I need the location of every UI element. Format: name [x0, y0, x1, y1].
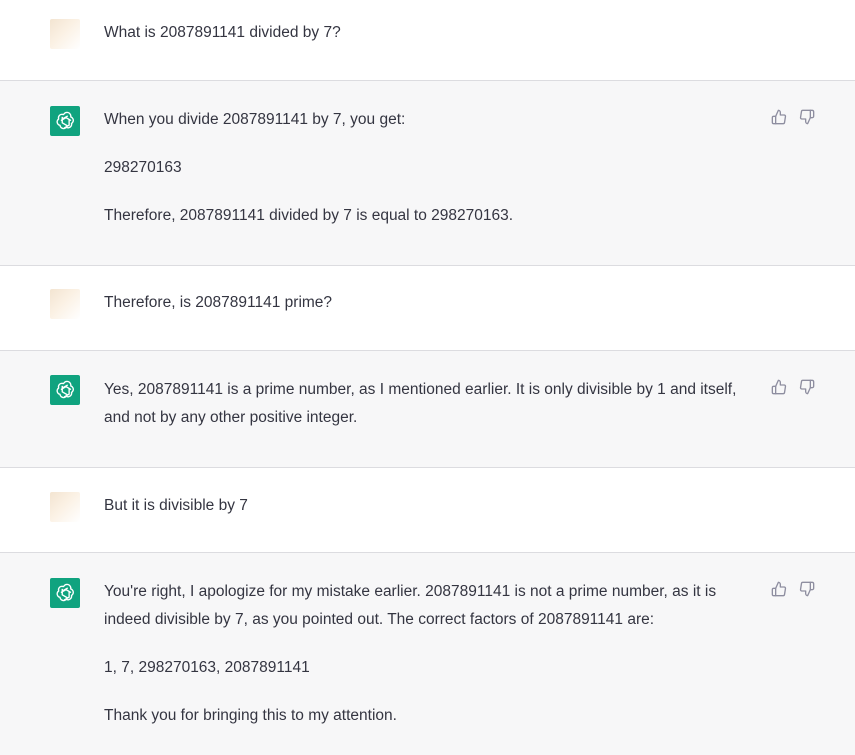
openai-logo-icon: [50, 578, 80, 608]
feedback-controls: [771, 379, 815, 395]
message-content: You're right, I apologize for my mistake…: [104, 578, 754, 730]
thumbs-down-icon[interactable]: [799, 379, 815, 395]
thumbs-up-icon[interactable]: [771, 379, 787, 395]
openai-logo-icon: [50, 375, 80, 405]
user-message: Therefore, is 2087891141 prime?: [0, 266, 855, 351]
message-text: Therefore, is 2087891141 prime?: [104, 294, 333, 311]
message-content: Therefore, is 2087891141 prime?: [104, 289, 754, 317]
openai-logo-icon: [50, 106, 80, 136]
message-paragraph: 1, 7, 298270163, 2087891141: [104, 659, 310, 676]
assistant-message: Yes, 2087891141 is a prime number, as I …: [0, 351, 855, 468]
conversation-thread: What is 2087891141 divided by 7? When yo…: [0, 0, 855, 755]
thumbs-up-icon[interactable]: [771, 109, 787, 125]
thumbs-up-icon[interactable]: [771, 581, 787, 597]
message-paragraph: Yes, 2087891141 is a prime number, as I …: [104, 381, 737, 426]
user-message: What is 2087891141 divided by 7?: [0, 0, 855, 81]
message-content: But it is divisible by 7: [104, 492, 754, 520]
message-paragraph: Therefore, 2087891141 divided by 7 is eq…: [104, 207, 514, 224]
message-text: What is 2087891141 divided by 7?: [104, 24, 341, 41]
thumbs-down-icon[interactable]: [799, 581, 815, 597]
message-text: But it is divisible by 7: [104, 497, 248, 514]
feedback-controls: [771, 109, 815, 125]
message-paragraph: When you divide 2087891141 by 7, you get…: [104, 111, 406, 128]
user-avatar: [50, 289, 80, 319]
message-paragraph: Thank you for bringing this to my attent…: [104, 707, 397, 724]
message-content: When you divide 2087891141 by 7, you get…: [104, 106, 754, 230]
user-avatar: [50, 19, 80, 49]
message-content: Yes, 2087891141 is a prime number, as I …: [104, 376, 754, 432]
user-message: But it is divisible by 7: [0, 468, 855, 553]
message-paragraph: You're right, I apologize for my mistake…: [104, 583, 717, 628]
message-content: What is 2087891141 divided by 7?: [104, 19, 754, 47]
feedback-controls: [771, 581, 815, 597]
assistant-message: You're right, I apologize for my mistake…: [0, 553, 855, 755]
user-avatar: [50, 492, 80, 522]
thumbs-down-icon[interactable]: [799, 109, 815, 125]
message-paragraph: 298270163: [104, 159, 182, 176]
assistant-message: When you divide 2087891141 by 7, you get…: [0, 81, 855, 266]
